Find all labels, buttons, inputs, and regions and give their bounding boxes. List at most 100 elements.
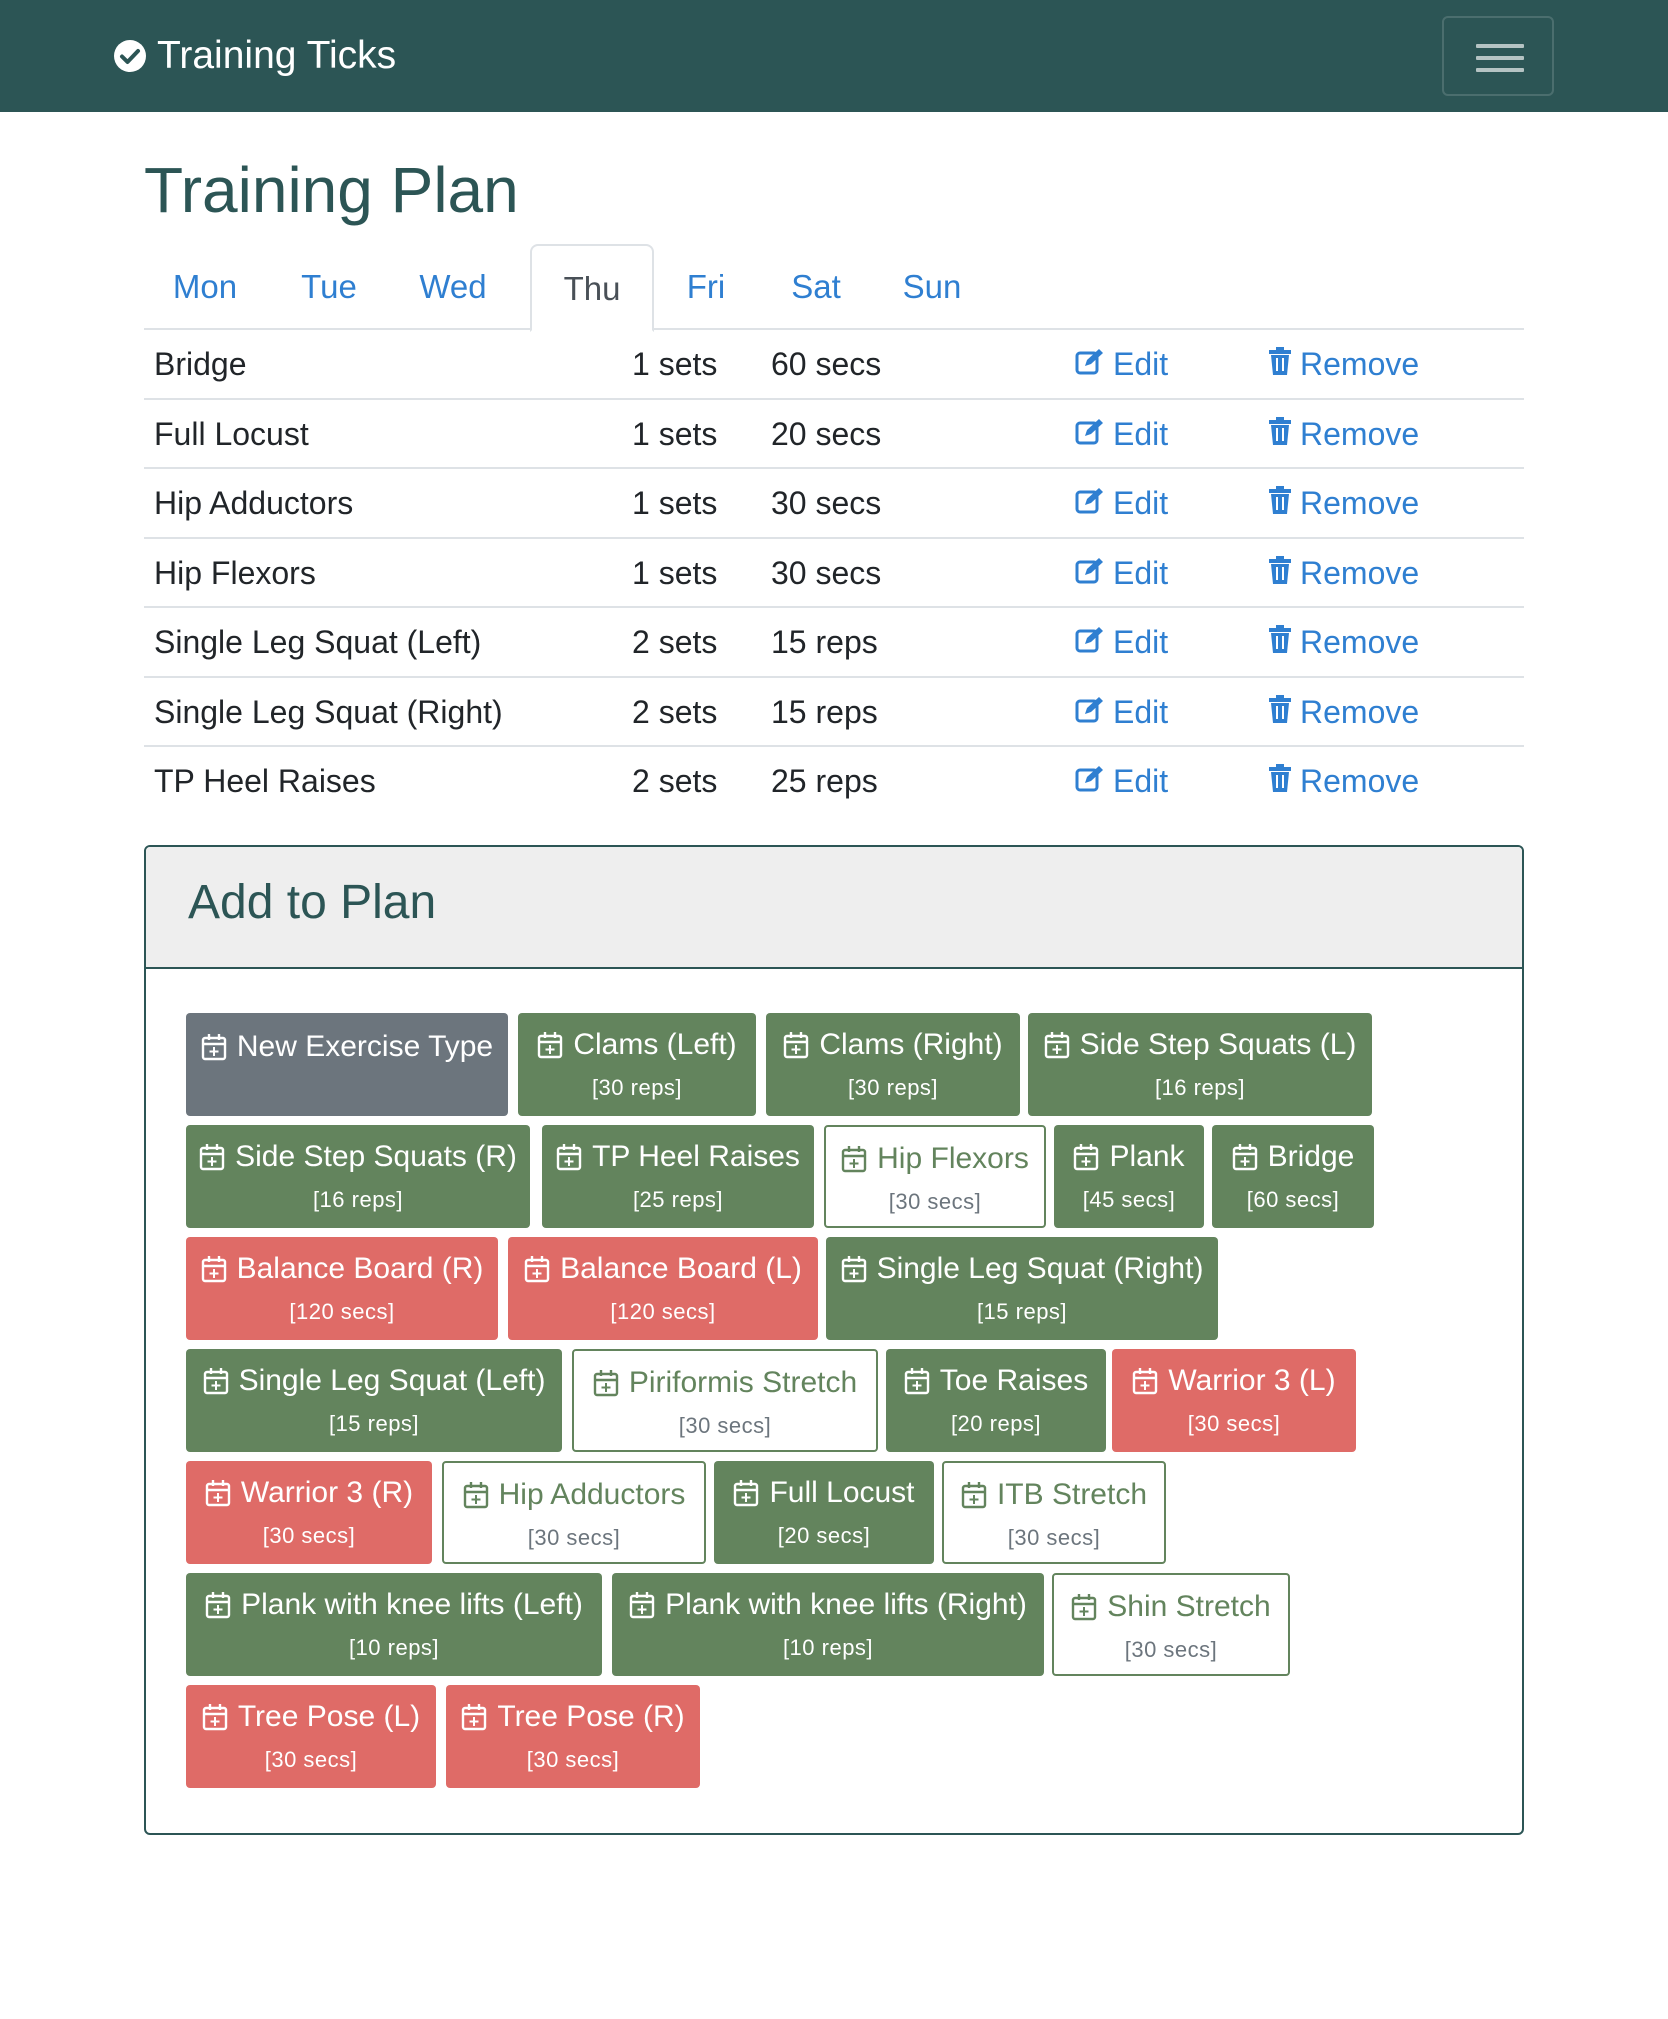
add-exercise-button[interactable]: Hip Flexors [30 secs] — [824, 1125, 1046, 1228]
exercise-button-label: Hip Flexors — [826, 1139, 1044, 1179]
edit-button[interactable]: Edit — [1075, 400, 1168, 469]
tab-sun[interactable]: Sun — [874, 244, 990, 330]
exercise-duration: 25 reps — [771, 763, 878, 799]
add-exercise-button[interactable]: Tree Pose (R) [30 secs] — [446, 1685, 700, 1788]
add-exercise-button[interactable]: Clams (Left) [30 reps] — [518, 1013, 756, 1116]
add-exercise-button[interactable]: Single Leg Squat (Right) [15 reps] — [826, 1237, 1218, 1340]
add-exercise-button[interactable]: Balance Board (R) [120 secs] — [186, 1237, 498, 1340]
add-exercise-button[interactable]: Plank with knee lifts (Right) [10 reps] — [612, 1573, 1044, 1676]
add-exercise-button[interactable]: ITB Stretch [30 secs] — [942, 1461, 1166, 1564]
add-exercise-button[interactable]: Full Locust [20 secs] — [714, 1461, 934, 1564]
add-exercise-button[interactable]: Plank [45 secs] — [1054, 1125, 1204, 1228]
exercise-button-label: Side Step Squats (R) — [186, 1137, 530, 1177]
add-exercise-button[interactable]: Hip Adductors [30 secs] — [442, 1461, 706, 1564]
add-exercise-button[interactable]: Single Leg Squat (Left) [15 reps] — [186, 1349, 562, 1452]
exercise-button-label: Balance Board (R) — [186, 1249, 498, 1289]
exercise-button-label: Piriformis Stretch — [574, 1363, 876, 1403]
add-exercise-button[interactable]: Tree Pose (L) [30 secs] — [186, 1685, 436, 1788]
add-exercise-button[interactable]: Toe Raises [20 reps] — [886, 1349, 1106, 1452]
calendar-plus-icon — [463, 1481, 499, 1509]
trash-icon — [1268, 539, 1292, 608]
menu-toggle-button[interactable] — [1442, 16, 1554, 96]
remove-label: Remove — [1300, 763, 1420, 799]
edit-button[interactable]: Edit — [1075, 469, 1168, 538]
add-exercise-button[interactable]: Clams (Right) [30 reps] — [766, 1013, 1020, 1116]
exercise-button-detail: [30 secs] — [527, 1525, 621, 1550]
remove-button[interactable]: Remove — [1268, 747, 1419, 816]
brand-link[interactable]: Training Ticks — [113, 34, 396, 78]
add-exercise-button[interactable]: Side Step Squats (R) [16 reps] — [186, 1125, 530, 1228]
exercise-button-text: Bridge — [1267, 1140, 1355, 1173]
add-exercise-button[interactable]: Balance Board (L) [120 secs] — [508, 1237, 818, 1340]
remove-button[interactable]: Remove — [1268, 608, 1419, 677]
exercise-name: Hip Adductors — [154, 485, 354, 521]
exercise-button-text: Single Leg Squat (Left) — [238, 1364, 546, 1397]
exercise-button-detail: [15 reps] — [976, 1299, 1068, 1324]
exercise-sets: 1 sets — [632, 554, 718, 591]
calendar-plus-icon — [537, 1031, 573, 1059]
exercise-button-label: Bridge — [1212, 1137, 1374, 1177]
add-to-plan-card: Add to Plan New Exercise Type Clams (Left… — [144, 845, 1524, 1835]
exercise-button-label: Toe Raises — [886, 1361, 1106, 1401]
add-exercise-button[interactable]: Side Step Squats (L) [16 reps] — [1028, 1013, 1372, 1116]
tab-sat[interactable]: Sat — [758, 244, 874, 330]
remove-label: Remove — [1300, 415, 1420, 452]
exercise-button-label: Warrior 3 (L) — [1112, 1361, 1356, 1401]
add-exercise-button[interactable]: Warrior 3 (R) [30 secs] — [186, 1461, 432, 1564]
add-exercise-button[interactable]: Plank with knee lifts (Left) [10 reps] — [186, 1573, 602, 1676]
exercise-button-detail: [30 secs] — [888, 1189, 982, 1214]
exercise-button-text: Clams (Right) — [819, 1028, 1003, 1061]
edit-label: Edit — [1113, 554, 1169, 591]
calendar-plus-icon — [904, 1367, 940, 1395]
edit-button[interactable]: Edit — [1075, 330, 1168, 399]
add-exercise-button[interactable]: TP Heel Raises [25 reps] — [542, 1125, 814, 1228]
remove-button[interactable]: Remove — [1268, 539, 1419, 608]
calendar-plus-icon — [841, 1255, 877, 1283]
exercise-sets: 2 sets — [632, 693, 718, 730]
exercise-button-text: Warrior 3 (L) — [1168, 1364, 1336, 1397]
exercise-button-text: Tree Pose (L) — [237, 1700, 421, 1733]
exercise-button-label: Clams (Left) — [518, 1025, 756, 1065]
edit-button[interactable]: Edit — [1075, 747, 1168, 816]
add-exercise-button[interactable]: Bridge [60 secs] — [1212, 1125, 1374, 1228]
hamburger-menu-icon-bar — [1476, 68, 1524, 72]
tab-tue[interactable]: Tue — [266, 244, 392, 330]
add-exercise-button[interactable]: Piriformis Stretch [30 secs] — [572, 1349, 878, 1452]
remove-button[interactable]: Remove — [1268, 400, 1419, 469]
tab-thu[interactable]: Thu — [530, 244, 654, 332]
remove-button[interactable]: Remove — [1268, 678, 1419, 747]
exercise-name: Hip Flexors — [154, 554, 316, 591]
tab-fri[interactable]: Fri — [654, 244, 758, 330]
exercise-button-text: Single Leg Squat (Right) — [876, 1252, 1204, 1285]
tab-wed[interactable]: Wed — [392, 244, 514, 330]
exercise-button-label: Shin Stretch — [1054, 1587, 1288, 1627]
edit-icon — [1075, 469, 1105, 538]
exercise-button-text: Full Locust — [769, 1476, 915, 1509]
add-exercise-button[interactable]: New Exercise Type — [186, 1013, 508, 1116]
edit-button[interactable]: Edit — [1075, 539, 1168, 608]
exercise-button-text: Plank with knee lifts (Right) — [665, 1588, 1027, 1621]
exercise-button-text: Side Step Squats (L) — [1079, 1028, 1357, 1061]
exercise-name: Single Leg Squat (Left) — [154, 624, 482, 660]
exercise-button-detail: [20 reps] — [950, 1411, 1042, 1436]
exercise-button-text: Piriformis Stretch — [628, 1366, 858, 1399]
exercise-button-detail: [30 reps] — [591, 1075, 683, 1100]
exercise-button-label: New Exercise Type — [186, 1027, 508, 1067]
calendar-plus-icon — [1071, 1593, 1107, 1621]
exercise-duration: 15 reps — [771, 693, 878, 730]
exercise-button-text: Side Step Squats (R) — [235, 1140, 517, 1173]
navbar: Training Ticks — [0, 0, 1668, 112]
tab-mon[interactable]: Mon — [144, 244, 266, 330]
card-header: Add to Plan — [146, 847, 1522, 969]
remove-button[interactable]: Remove — [1268, 469, 1419, 538]
add-exercise-button[interactable]: Warrior 3 (L) [30 secs] — [1112, 1349, 1356, 1452]
edit-button[interactable]: Edit — [1075, 608, 1168, 677]
hamburger-menu-icon-bar — [1476, 56, 1524, 60]
add-exercise-button[interactable]: Shin Stretch [30 secs] — [1052, 1573, 1290, 1676]
exercise-button-detail: [16 reps] — [312, 1187, 404, 1212]
edit-label: Edit — [1113, 485, 1169, 521]
edit-button[interactable]: Edit — [1075, 678, 1168, 747]
remove-label: Remove — [1300, 554, 1420, 591]
calendar-plus-icon — [202, 1703, 238, 1731]
remove-button[interactable]: Remove — [1268, 330, 1419, 399]
